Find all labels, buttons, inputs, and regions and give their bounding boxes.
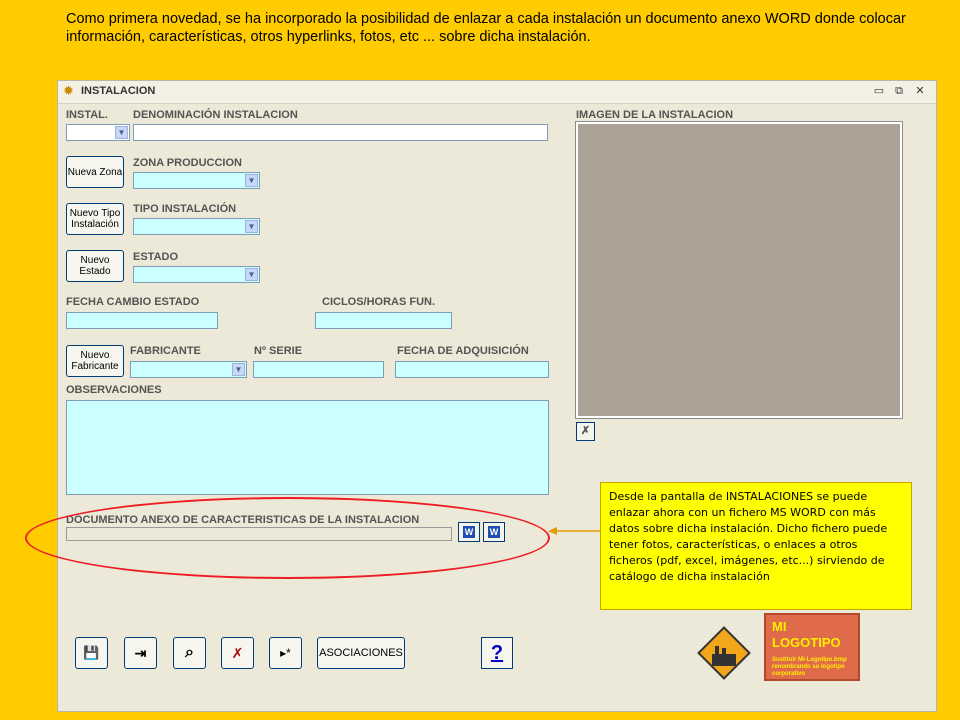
estado-label: ESTADO	[133, 251, 179, 263]
window-title: INSTALACION	[81, 85, 156, 97]
instal-label: INSTAL.	[66, 109, 108, 121]
highlight-ellipse	[25, 497, 550, 579]
imagen-instalacion	[575, 121, 903, 419]
estado-select[interactable]: ▼	[133, 266, 260, 283]
observaciones-label: OBSERVACIONES	[66, 384, 162, 396]
exit-button[interactable]: ⇥	[124, 637, 157, 669]
fecha-adquisicion-label: FECHA DE ADQUISICIÓN	[397, 345, 529, 357]
denominacion-input[interactable]	[133, 124, 548, 141]
chevron-down-icon[interactable]: ▼	[245, 174, 258, 187]
binoculars-icon: ⌕	[185, 644, 194, 661]
save-button[interactable]: 💾	[75, 637, 108, 669]
title-bar: ✹ INSTALACION ▭ ⧉ ✕	[58, 81, 936, 104]
nuevo-fabricante-button[interactable]: Nuevo Fabricante	[66, 345, 124, 377]
delete-icon: ✗	[231, 644, 244, 661]
nueva-zona-button[interactable]: Nueva Zona	[66, 156, 124, 188]
new-record-button[interactable]: ▸*	[269, 637, 302, 669]
window-gear-icon: ✹	[63, 83, 74, 98]
zona-select[interactable]: ▼	[133, 172, 260, 189]
asociaciones-button[interactable]: ASOCIACIONES	[317, 637, 405, 669]
callout-note: Desde la pantalla de INSTALACIONES se pu…	[600, 482, 912, 610]
nuevo-tipo-button[interactable]: Nuevo Tipo Instalación	[66, 203, 124, 235]
fecha-cambio-label: FECHA CAMBIO ESTADO	[66, 296, 200, 308]
imagen-label: IMAGEN DE LA INSTALACION	[576, 109, 734, 121]
close-button[interactable]: ✕	[913, 84, 927, 98]
chevron-down-icon[interactable]: ▼	[245, 268, 258, 281]
warning-factory-icon	[697, 626, 751, 680]
tipo-select[interactable]: ▼	[133, 218, 260, 235]
zona-label: ZONA PRODUCCION	[133, 157, 242, 169]
help-button[interactable]: ?	[481, 637, 513, 669]
callout-arrow	[548, 527, 602, 535]
fecha-cambio-input[interactable]	[66, 312, 218, 329]
new-record-icon: ▸*	[280, 646, 291, 660]
serie-input[interactable]	[253, 361, 384, 378]
ciclos-input[interactable]	[315, 312, 452, 329]
delete-icon: ✗	[580, 425, 591, 437]
tipo-label: TIPO INSTALACIÓN	[133, 203, 237, 215]
ciclos-label: CICLOS/HORAS FUN.	[322, 296, 436, 308]
chevron-down-icon[interactable]: ▼	[115, 126, 128, 139]
nuevo-estado-button[interactable]: Nuevo Estado	[66, 250, 124, 282]
observaciones-textarea[interactable]	[66, 400, 549, 495]
instalacion-window: ✹ INSTALACION ▭ ⧉ ✕ INSTAL. ▼ DENOMINACI…	[57, 80, 937, 712]
restore-button[interactable]: ⧉	[892, 84, 906, 98]
delete-button[interactable]: ✗	[221, 637, 254, 669]
fecha-adquisicion-input[interactable]	[395, 361, 549, 378]
company-logo: MI LOGOTIPO Sustituir Mi-Logotipo.bmp re…	[764, 613, 860, 681]
search-button[interactable]: ⌕	[173, 637, 206, 669]
chevron-down-icon[interactable]: ▼	[245, 220, 258, 233]
save-icon: 💾	[83, 645, 100, 660]
fabricante-select[interactable]: ▼	[130, 361, 247, 378]
instal-select[interactable]: ▼	[66, 124, 130, 141]
logo-title: MI LOGOTIPO	[772, 619, 841, 650]
denominacion-label: DENOMINACIÓN INSTALACION	[133, 109, 298, 121]
minimize-button[interactable]: ▭	[872, 84, 886, 98]
exit-door-icon: ⇥	[134, 644, 147, 661]
chevron-down-icon[interactable]: ▼	[232, 363, 245, 376]
fabricante-label: FABRICANTE	[130, 345, 201, 357]
serie-label: Nº SERIE	[254, 345, 303, 357]
logo-subtitle: Sustituir Mi-Logotipo.bmp renombrando su…	[772, 657, 847, 677]
delete-image-button[interactable]: ✗	[576, 422, 595, 441]
intro-text: Como primera novedad, se ha incorporado …	[66, 11, 906, 45]
